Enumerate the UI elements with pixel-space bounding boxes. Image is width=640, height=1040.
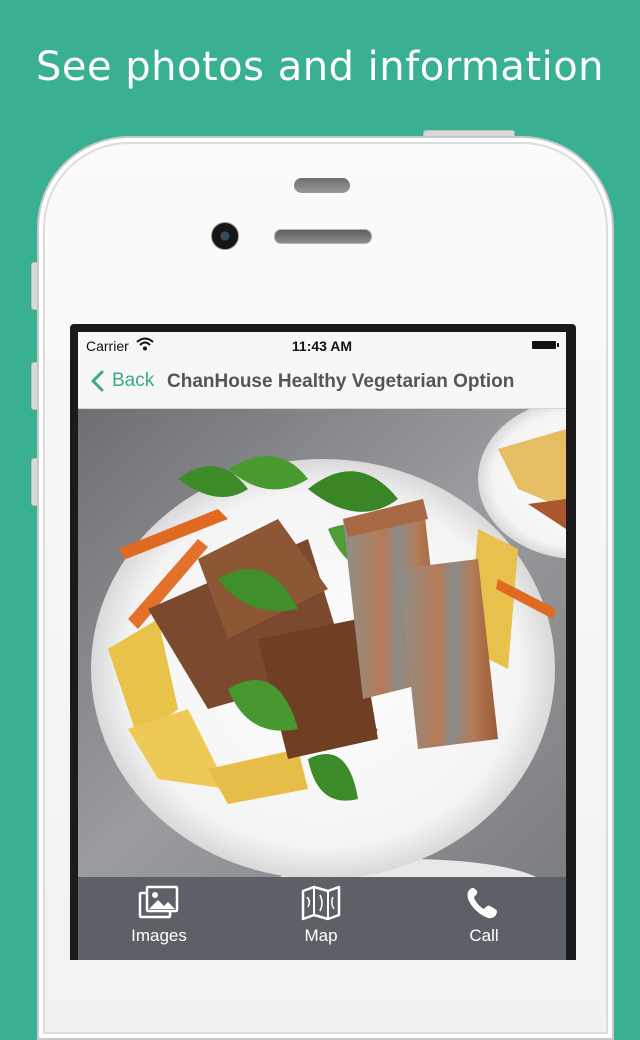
phone-sensor bbox=[294, 178, 350, 193]
tab-call-label: Call bbox=[469, 926, 499, 945]
tab-map[interactable]: Map bbox=[261, 877, 381, 953]
tab-bar: Images Map Call bbox=[78, 877, 566, 960]
status-time: 11:43 AM bbox=[291, 338, 353, 354]
earpiece-speaker bbox=[274, 229, 372, 244]
back-button[interactable]: Back bbox=[90, 370, 154, 392]
chevron-left-icon bbox=[91, 370, 104, 392]
battery-icon bbox=[532, 341, 559, 349]
dish-photo-image bbox=[78, 409, 566, 879]
tab-call[interactable]: Call bbox=[424, 877, 544, 953]
app-screen: Carrier 11:43 AM Back ChanHouse Healthy … bbox=[78, 332, 566, 960]
map-icon bbox=[301, 885, 341, 921]
promo-headline: See photos and information bbox=[35, 44, 605, 90]
status-bar: Carrier 11:43 AM bbox=[78, 332, 566, 358]
tab-images-label: Images bbox=[131, 926, 187, 945]
images-icon bbox=[138, 885, 179, 919]
back-label: Back bbox=[112, 370, 155, 391]
dish-photo[interactable] bbox=[78, 409, 566, 879]
tab-images[interactable]: Images bbox=[99, 877, 219, 953]
navigation-bar: Back ChanHouse Healthy Vegetarian Option bbox=[78, 358, 566, 409]
phone-icon bbox=[467, 888, 497, 919]
tab-map-label: Map bbox=[304, 926, 338, 945]
front-camera bbox=[211, 222, 239, 250]
page-title: ChanHouse Healthy Vegetarian Option bbox=[167, 371, 515, 392]
